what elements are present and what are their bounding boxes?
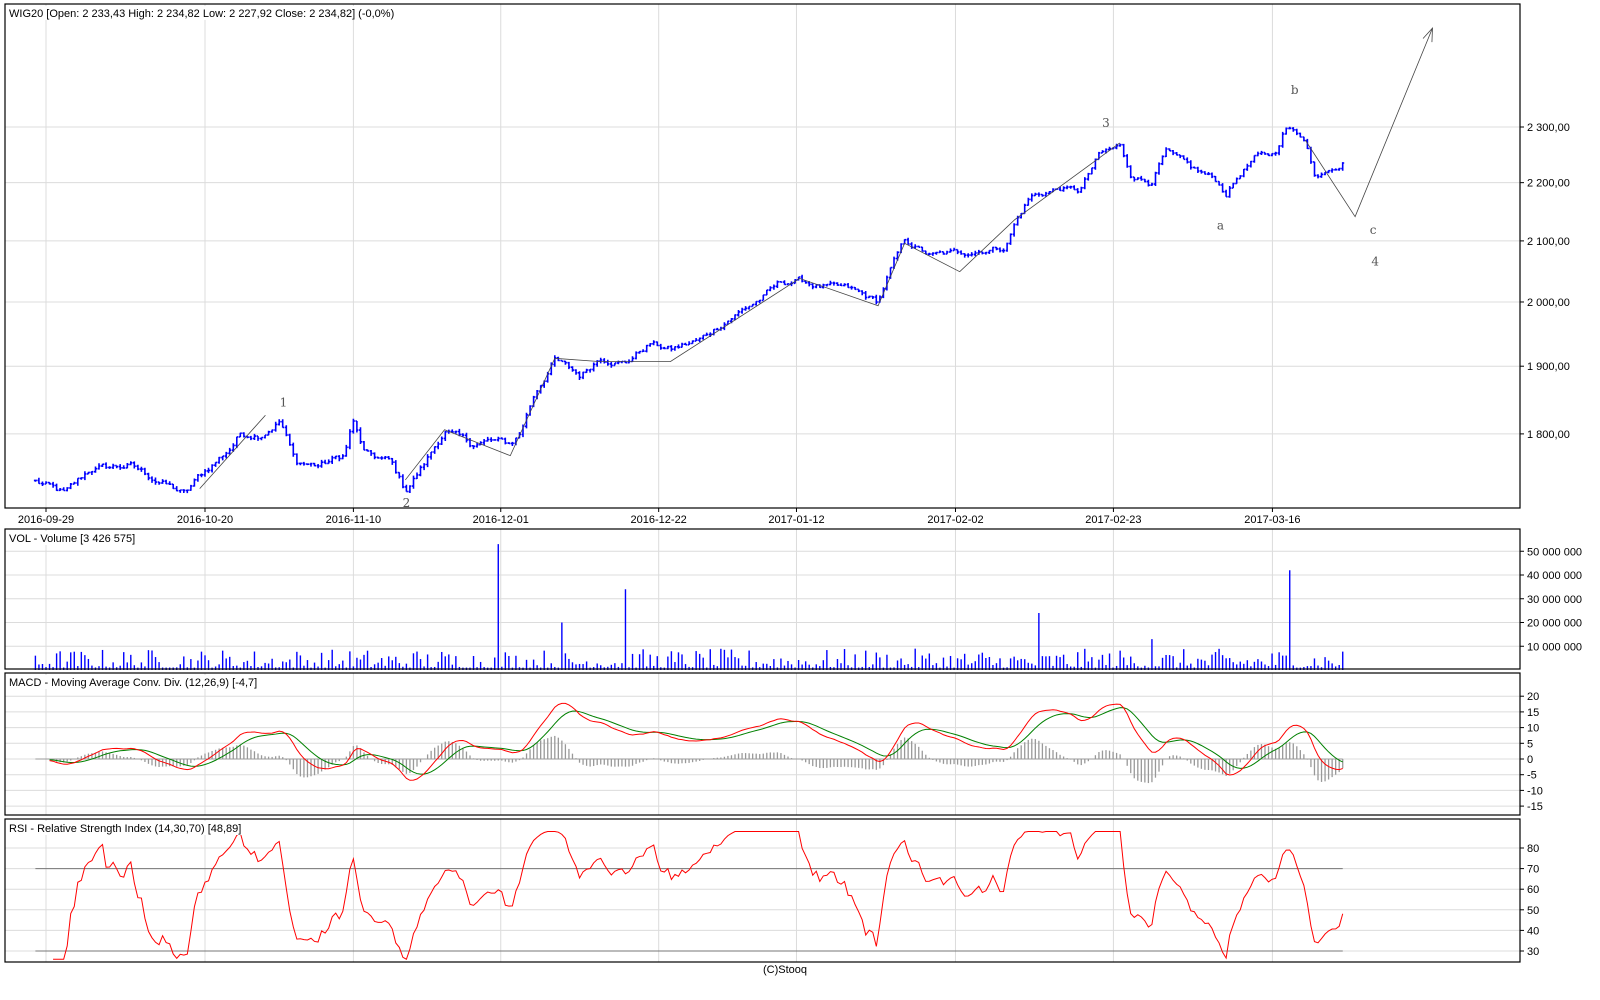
rsi-axis-label: 40: [1527, 925, 1539, 937]
rsi-line: [53, 831, 1344, 960]
wave-label: 4: [1371, 254, 1379, 268]
date-axis-label: 2017-01-12: [768, 514, 824, 526]
macd-axis-label: 15: [1527, 707, 1539, 719]
volume-axis-label: 10 000 000: [1527, 641, 1582, 653]
date-axis-label: 2016-11-10: [326, 514, 381, 526]
macd-axis-label: 5: [1527, 738, 1533, 750]
price-axis-label: 2 100,00: [1527, 236, 1570, 248]
date-axis-label: 2017-02-23: [1085, 514, 1141, 526]
date-axis-label: 2017-02-02: [927, 514, 983, 526]
date-axis-label: 2016-10-20: [177, 514, 233, 526]
wave-label: a: [1217, 218, 1224, 232]
price-axis-label: 2 200,00: [1527, 178, 1570, 190]
wave-label: b: [1291, 83, 1299, 97]
wave-label: 1: [280, 395, 288, 409]
panel-rsi: [4, 818, 1521, 963]
price-axis-label: 1 900,00: [1527, 361, 1570, 373]
panel-main: [4, 3, 1521, 509]
panel-title-macd: MACD - Moving Average Conv. Div. (12,26,…: [9, 677, 257, 689]
macd-axis-label: -15: [1527, 801, 1543, 813]
date-axis-label: 2017-03-16: [1244, 514, 1300, 526]
rsi-axis-label: 70: [1527, 864, 1539, 876]
rsi-axis-label: 80: [1527, 843, 1539, 855]
price-axis-label: 2 300,00: [1527, 122, 1570, 134]
panel-title-main: WIG20 [Open: 2 233,43 High: 2 234,82 Low…: [9, 8, 394, 20]
wave-label: 3: [1102, 116, 1110, 130]
footer-credit: (C)Stooq: [762, 964, 808, 976]
macd-axis-label: 10: [1527, 723, 1539, 735]
volume-axis-label: 30 000 000: [1527, 594, 1582, 606]
wave-line: [405, 142, 1121, 481]
volume-axis-label: 20 000 000: [1527, 618, 1582, 630]
rsi-axis-label: 30: [1527, 946, 1539, 958]
wave-line: [1304, 27, 1433, 218]
rsi-axis-label: 60: [1527, 884, 1539, 896]
macd-axis-label: -5: [1527, 770, 1537, 782]
price-axis-label: 1 800,00: [1527, 429, 1570, 441]
price-axis-label: 2 000,00: [1527, 297, 1570, 309]
volume-axis-label: 40 000 000: [1527, 570, 1582, 582]
panel-title-vol: VOL - Volume [3 426 575]: [9, 533, 135, 545]
price-series: [33, 126, 1345, 494]
date-axis-label: 2016-12-22: [631, 514, 687, 526]
wave-label: c: [1370, 223, 1377, 237]
wave-line: [199, 414, 266, 489]
date-axis-label: 2016-12-01: [473, 514, 529, 526]
macd-axis-label: -10: [1527, 785, 1543, 797]
panel-title-rsi: RSI - Relative Strength Index (14,30,70)…: [9, 823, 241, 835]
date-axis-label: 2016-09-29: [18, 514, 74, 526]
macd-axis-label: 20: [1527, 691, 1539, 703]
stock-chart: 2 300,00 2 200,00 2 100,00 2 000,00 1 900,00…: [4, 3, 1582, 963]
rsi-axis-label: 50: [1527, 905, 1539, 917]
macd-axis-label: 0: [1527, 754, 1533, 766]
volume-axis-label: 50 000 000: [1527, 546, 1582, 558]
